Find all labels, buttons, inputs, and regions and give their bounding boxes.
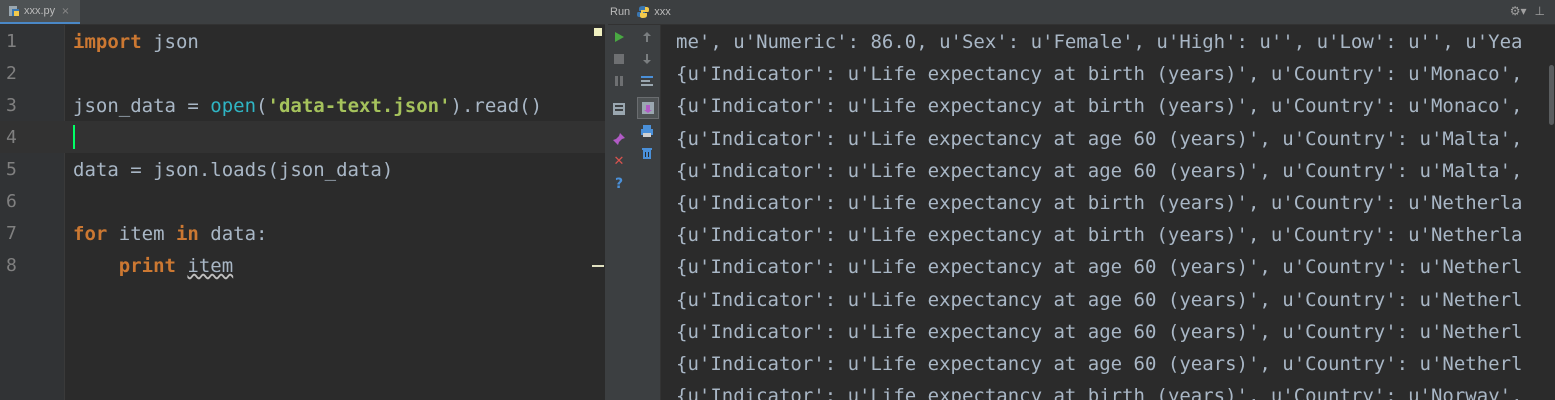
rerun-icon[interactable] [611, 29, 627, 45]
line-number: 3 [6, 95, 17, 116]
console-output[interactable]: me', u'Numeric': 86.0, u'Sex': u'Female'… [676, 25, 1555, 400]
line-number: 7 [6, 223, 17, 244]
hide-icon[interactable]: ⊥ [1535, 4, 1545, 18]
pin-tab-icon[interactable] [611, 131, 627, 147]
console-line: {u'Indicator': u'Life expectancy at birt… [676, 63, 1523, 86]
editor-pane[interactable]: xxx.py × 1 import json 2 3 json_data = open(… [0, 0, 605, 400]
console-line: {u'Indicator': u'Life expectancy at birt… [676, 224, 1523, 247]
error-stripe-mark[interactable] [592, 265, 604, 267]
code-token: json_data = [73, 95, 211, 117]
code-token: 'data-text.json' [267, 95, 451, 117]
code-token: ).read() [450, 95, 543, 117]
code-line[interactable]: 7 for item in data: [0, 217, 605, 249]
code-text[interactable]: print item [73, 255, 233, 277]
code-text[interactable]: json_data = open('data-text.json').read(… [73, 95, 542, 117]
code-line[interactable]: 8 print item [0, 249, 605, 281]
code-token: print [118, 255, 176, 277]
code-token: json [141, 31, 199, 53]
console-line: {u'Indicator': u'Life expectancy at age … [676, 288, 1523, 311]
console-scrollbar[interactable] [1547, 25, 1555, 400]
console-line: {u'Indicator': u'Life expectancy at age … [676, 159, 1523, 182]
line-number: 1 [6, 31, 17, 52]
down-arrow-icon[interactable] [639, 51, 655, 67]
gear-icon[interactable]: ⚙▾ [1510, 4, 1527, 18]
run-header: Run xxx ⚙▾ ⊥ [608, 0, 1555, 25]
help-icon[interactable]: ? [611, 176, 627, 192]
tab-label: xxx.py [24, 5, 56, 17]
code-token: item [187, 255, 234, 277]
python-icon [637, 6, 650, 18]
print-icon[interactable] [639, 123, 655, 139]
line-number: 4 [6, 127, 17, 148]
run-tool-window: Run xxx ⚙▾ ⊥ ✕ ? me', u'Numeric': 86.0, … [608, 0, 1555, 400]
line-number: 8 [6, 255, 17, 276]
up-arrow-icon[interactable] [639, 29, 655, 45]
console-line: {u'Indicator': u'Life expectancy at birt… [676, 385, 1523, 400]
clear-all-icon[interactable] [639, 145, 655, 161]
pause-icon[interactable] [611, 73, 627, 89]
code-text[interactable]: import json [73, 31, 199, 53]
code-token: in [175, 223, 199, 245]
console-line: me', u'Numeric': 86.0, u'Sex': u'Female'… [676, 31, 1523, 53]
line-number: 2 [6, 63, 17, 84]
code-token: data = json.loads(json_data) [73, 159, 394, 181]
soft-wrap-icon[interactable] [639, 73, 655, 89]
text-caret [73, 125, 75, 149]
close-icon[interactable]: × [61, 6, 69, 17]
console-line: {u'Indicator': u'Life expectancy at age … [676, 127, 1523, 150]
code-token: data: [198, 223, 268, 245]
code-line[interactable]: 6 [0, 185, 605, 217]
console-line: {u'Indicator': u'Life expectancy at age … [676, 353, 1523, 375]
code-token: import [73, 31, 142, 53]
code-line[interactable]: 3 json_data = open('data-text.json').read… [0, 89, 605, 121]
code-token: ( [256, 95, 268, 117]
run-title: Run [610, 6, 631, 18]
inspection-indicator-icon[interactable] [594, 28, 602, 36]
line-number: 5 [6, 159, 17, 180]
line-number: 6 [6, 191, 17, 212]
console-line: {u'Indicator': u'Life expectancy at age … [676, 320, 1523, 343]
run-config-name[interactable]: xxx [654, 6, 671, 18]
code-text[interactable]: for item in data: [73, 223, 268, 245]
console-line: {u'Indicator': u'Life expectancy at birt… [676, 192, 1523, 214]
code-line[interactable]: 1 import json [0, 25, 605, 57]
code-token: open [210, 95, 257, 117]
editor-tab-bar: xxx.py × [0, 0, 605, 25]
scroll-to-end-icon[interactable] [637, 97, 659, 119]
code-line[interactable]: 4 [0, 121, 605, 153]
close-icon[interactable]: ✕ [611, 153, 627, 169]
python-file-icon [9, 6, 19, 16]
code-text[interactable]: data = json.loads(json_data) [73, 159, 393, 181]
console-line: {u'Indicator': u'Life expectancy at age … [676, 256, 1523, 279]
scrollbar-thumb[interactable] [1549, 65, 1554, 125]
tab-xxx-py[interactable]: xxx.py × [0, 0, 80, 24]
code-line[interactable]: 2 [0, 57, 605, 89]
dump-threads-icon[interactable] [611, 101, 627, 117]
stop-icon[interactable] [611, 51, 627, 67]
code-token: item [107, 223, 176, 245]
console-line: {u'Indicator': u'Life expectancy at birt… [676, 95, 1523, 118]
code-token: for [73, 223, 108, 245]
header-icons: ⚙▾ ⊥ [1510, 4, 1545, 18]
code-line[interactable]: 5 data = json.loads(json_data) [0, 153, 605, 185]
run-toolbar: ✕ ? [608, 25, 661, 400]
